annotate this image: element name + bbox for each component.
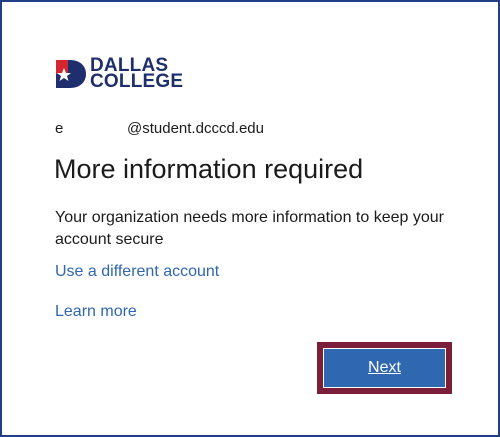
page-title: More information required (54, 154, 364, 184)
next-button[interactable]: Next (323, 348, 446, 388)
next-button-focus-ring: Next (317, 342, 452, 394)
use-different-account-link[interactable]: Use a different account (55, 263, 219, 281)
learn-more-link[interactable]: Learn more (55, 303, 137, 321)
logo-line-college: COLLEGE (90, 71, 184, 92)
account-domain: @student.dcccd.edu (127, 120, 264, 137)
logo-wordmark: DALLAS COLLEGE (90, 56, 184, 92)
page-description: Your organization needs more information… (55, 209, 444, 248)
account-email: e @student.dcccd.edu (55, 120, 264, 137)
account-user: e (55, 120, 64, 137)
dallas-college-logo: DALLAS COLLEGE (54, 54, 183, 94)
dallas-college-d-star-icon (56, 60, 86, 88)
sign-in-card: DALLAS COLLEGE e @student.dcccd.edu More … (0, 0, 500, 437)
